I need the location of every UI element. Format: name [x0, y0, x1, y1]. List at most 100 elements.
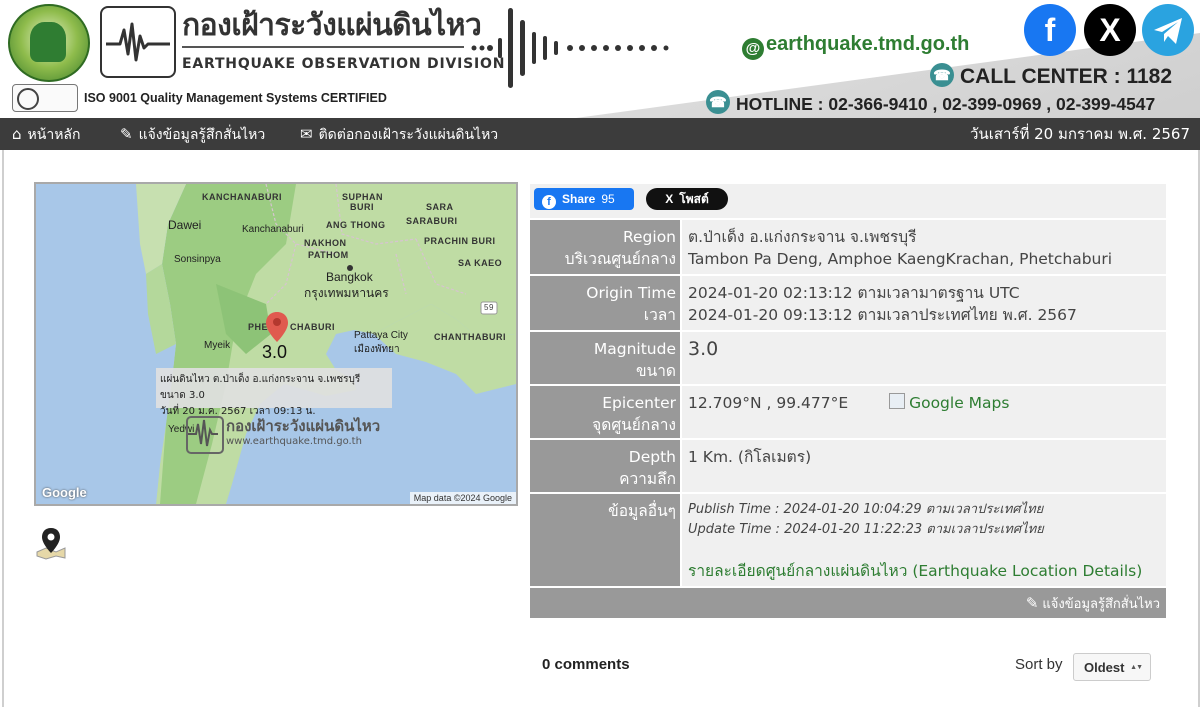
facebook-icon: f — [542, 195, 556, 209]
sort-select-value: Oldest — [1084, 660, 1125, 675]
map-label-phetchaburi-start: PHE — [248, 322, 269, 332]
epicenter-label-th: จุดศูนย์กลาง — [592, 416, 676, 434]
home-icon: ⌂ — [12, 125, 22, 143]
map-label-myeik: Myeik — [204, 340, 231, 351]
map-label-nakhon: NAKHON — [304, 238, 347, 248]
seismograph-watermark-icon — [186, 416, 224, 454]
magnitude-label: Magnitude ขนาด — [530, 332, 680, 384]
fb-share-label: Share — [562, 192, 596, 206]
map-label-road-59: 59 — [484, 303, 494, 312]
epicenter-label-en: Epicenter — [602, 394, 676, 412]
region-th: ต.ป่าเด็ง อ.แก่งกระจาน จ.เพชรบุรี — [688, 228, 917, 246]
map-label-dawei: Dawei — [168, 218, 202, 232]
magnitude-label-en: Magnitude — [593, 340, 676, 358]
document-edit-icon: ✎ — [120, 125, 133, 143]
row-origin-time: Origin Time เวลา 2024-01-20 02:13:12 ตาม… — [530, 276, 1166, 330]
hotline: HOTLINE : 02-366-9410 , 02-399-0969 , 02… — [706, 90, 1155, 115]
location-details-link[interactable]: รายละเอียดศูนย์กลางแผ่นดินไหว (Earthquak… — [688, 560, 1142, 582]
phone-icon — [706, 90, 730, 114]
report-bar: ✎ แจ้งข้อมูลรู้สึกสั่นไหว — [530, 588, 1166, 618]
earthquake-map[interactable]: KANCHANABURI SUPHAN BURI SARA ANG THONG … — [34, 182, 518, 506]
report-felt-button[interactable]: ✎ แจ้งข้อมูลรู้สึกสั่นไหว — [1026, 592, 1160, 614]
region-en: Tambon Pa Deng, Amphoe KaengKrachan, Phe… — [688, 250, 1113, 268]
sort-select[interactable]: Oldest ▲▼ — [1073, 653, 1151, 681]
map-location-icon[interactable] — [34, 526, 68, 560]
depth-value: 1 Km. (กิโลเมตร) — [682, 440, 1166, 492]
x-post-label: โพสต์ — [679, 192, 709, 206]
map-label-prachin-buri: PRACHIN BURI — [424, 236, 496, 246]
row-region: Region บริเวณศูนย์กลาง ต.ป่าเด็ง อ.แก่งก… — [530, 220, 1166, 274]
epicenter-label: Epicenter จุดศูนย์กลาง — [530, 386, 680, 438]
origin-label-en: Origin Time — [586, 284, 676, 302]
nav-contact[interactable]: ✉ ติดต่อกองเฝ้าระวังแผ่นดินไหว — [300, 118, 498, 150]
origin-value: 2024-01-20 02:13:12 ตามเวลามาตรฐาน UTC 2… — [682, 276, 1166, 330]
facebook-share-button[interactable]: f Share 95 — [534, 188, 634, 210]
site-url-link[interactable]: @ earthquake.tmd.go.th — [742, 33, 969, 60]
map-label-sa-kaeo: SA KAEO — [458, 258, 503, 268]
map-label-chanthaburi: CHANTHABURI — [434, 332, 506, 342]
current-date: วันเสาร์ที่ 20 มกราคม พ.ศ. 2567 — [970, 125, 1190, 143]
other-info-label: ข้อมูลอื่นๆ — [530, 494, 680, 586]
origin-label: Origin Time เวลา — [530, 276, 680, 330]
map-info-popup: แผ่นดินไหว ต.ป่าเด็ง อ.แก่งกระจาน จ.เพชร… — [156, 368, 392, 417]
tmd-logo[interactable] — [8, 4, 90, 82]
nav-home-label: หน้าหลัก — [27, 127, 81, 143]
map-label-buri: BURI — [350, 202, 374, 212]
region-value: ต.ป่าเด็ง อ.แก่งกระจาน จ.เพชรบุรี Tambon… — [682, 220, 1166, 274]
image-icon — [889, 393, 906, 409]
phone-icon — [930, 63, 954, 87]
comments-count: 0 comments — [542, 656, 630, 673]
depth-label-th: ความลึก — [619, 470, 676, 488]
sort-by-label: Sort by — [1015, 656, 1063, 673]
facebook-icon[interactable]: f — [1024, 4, 1076, 56]
x-icon: X — [665, 192, 674, 206]
row-magnitude: Magnitude ขนาด 3.0 — [530, 332, 1166, 384]
call-center-text: CALL CENTER : 1182 — [960, 65, 1172, 88]
document-edit-icon: ✎ — [1025, 594, 1039, 612]
share-bar: f Share 95 X โพสต์ — [530, 184, 1166, 218]
magnitude-value: 3.0 — [682, 332, 1166, 384]
update-time: Update Time : 2024-01-20 11:22:23 ตามเวล… — [688, 522, 1044, 537]
x-post-button[interactable]: X โพสต์ — [646, 188, 728, 210]
map-label-bangkok: Bangkok — [326, 270, 373, 284]
iso-certification: ISO 9001 Quality Management Systems CERT… — [84, 91, 387, 105]
title-divider — [182, 46, 464, 48]
origin-local: 2024-01-20 09:13:12 ตามเวลาประเทศไทย พ.ศ… — [688, 306, 1077, 324]
magnitude-label-th: ขนาด — [636, 362, 676, 380]
depth-label-en: Depth — [628, 448, 676, 466]
region-label: Region บริเวณศูนย์กลาง — [530, 220, 680, 274]
map-label-kanchanaburi-province: KANCHANABURI — [202, 192, 282, 202]
nav-report[interactable]: ✎ แจ้งข้อมูลรู้สึกสั่นไหว — [120, 118, 265, 150]
map-label-pathom: PATHOM — [308, 250, 349, 260]
depth-label: Depth ความลึก — [530, 440, 680, 492]
nav-contact-label: ติดต่อกองเฝ้าระวังแผ่นดินไหว — [318, 127, 499, 143]
map-label-pattaya-th: เมืองพัทยา — [354, 344, 400, 355]
x-icon[interactable]: X — [1084, 4, 1136, 56]
other-info-value: Publish Time : 2024-01-20 10:04:29 ตามเว… — [682, 494, 1166, 586]
google-maps-label: Google Maps — [909, 394, 1010, 412]
division-title-th: กองเฝ้าระวังแผ่นดินไหว — [182, 8, 482, 43]
nav-report-label: แจ้งข้อมูลรู้สึกสั่นไหว — [138, 127, 266, 143]
map-label-pattaya: Pattaya City — [354, 330, 408, 341]
watermark-title: กองเฝ้าระวังแผ่นดินไหว — [226, 417, 381, 435]
hotline-text: HOTLINE : 02-366-9410 , 02-399-0969 , 02… — [736, 94, 1156, 114]
map-magnitude-label: 3.0 — [262, 342, 288, 362]
google-logo[interactable]: Google — [42, 485, 87, 500]
site-header: กองเฝ้าระวังแผ่นดินไหว EARTHQUAKE OBSERV… — [0, 0, 1200, 118]
call-center: CALL CENTER : 1182 — [930, 63, 1172, 89]
map-watermark: กองเฝ้าระวังแผ่นดินไหว www.earthquake.tm… — [186, 414, 380, 454]
sound-wave-decoration — [471, 8, 669, 88]
row-other-info: ข้อมูลอื่นๆ Publish Time : 2024-01-20 10… — [530, 494, 1166, 586]
nav-home[interactable]: ⌂ หน้าหลัก — [12, 118, 80, 150]
iso-badge-icon — [12, 84, 78, 112]
origin-utc: 2024-01-20 02:13:12 ตามเวลามาตรฐาน UTC — [688, 284, 1020, 302]
telegram-icon[interactable] — [1142, 4, 1194, 56]
map-label-sonsinpya: Sonsinpya — [174, 254, 221, 265]
division-title-en: EARTHQUAKE OBSERVATION DIVISION — [182, 56, 506, 72]
epicenter-value: 12.709°N , 99.477°E Google Maps — [682, 386, 1166, 438]
region-label-en: Region — [622, 228, 676, 246]
map-label-sara: SARA — [426, 202, 454, 212]
epicenter-pin-icon[interactable] — [266, 312, 288, 342]
google-maps-link[interactable]: Google Maps — [889, 393, 1010, 412]
map-attribution[interactable]: Map data ©2024 Google — [409, 492, 516, 504]
